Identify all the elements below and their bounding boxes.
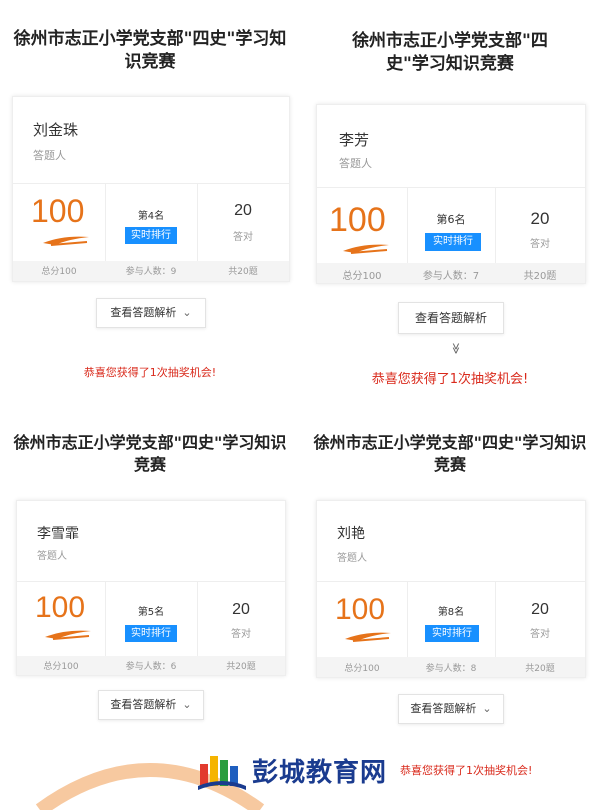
participants: 参与人数：6 [125, 662, 177, 672]
correct-label: 答对 [233, 232, 253, 243]
divider [13, 183, 289, 184]
answerer-name: 刘金珠 [33, 121, 79, 139]
correct-label: 答对 [231, 629, 251, 640]
chevron-down-icon: ⌄ [482, 702, 492, 715]
result-panel-3: 徐州市志正小学党支部"四史"学习知识 竞赛 李雪霏 答题人 100 第5名 实时… [0, 400, 300, 810]
congrats-message: 恭喜您获得了1次抽奖机会! [83, 366, 217, 379]
answerer-label: 答题人 [337, 553, 367, 564]
congrats-message: 恭喜您获得了1次抽奖机会! [371, 372, 529, 387]
result-card: 刘艳 答题人 100 第8名 实时排行 20 答对 总分100 参与人数：8 共… [316, 500, 586, 678]
correct-count: 20 [530, 209, 550, 228]
total-score: 总分100 [41, 267, 77, 277]
answerer-name: 李芳 [339, 131, 370, 149]
realtime-rank-button[interactable]: 实时排行 [425, 625, 479, 642]
answerer-name: 李雪霏 [37, 526, 79, 542]
total-score: 总分100 [344, 664, 380, 674]
participants: 参与人数：8 [425, 664, 477, 674]
result-card: 李芳 答题人 100 第6名 实时排行 20 答对 总分100 参与人数：7 共… [316, 104, 586, 284]
quiz-title: 徐州市志正小学党支部"四 史"学习知识竞赛 [352, 31, 548, 74]
result-card: 李雪霏 答题人 100 第5名 实时排行 20 答对 总分100 参与人数：6 … [16, 500, 286, 676]
score-value: 100 [335, 593, 386, 626]
view-analysis-button[interactable]: 查看答题解析 ⌄ [98, 690, 204, 720]
divider [17, 581, 285, 582]
correct-label: 答对 [530, 239, 550, 250]
rank-text: 第5名 [137, 607, 165, 618]
correct-count: 20 [232, 601, 250, 618]
chevron-down-icon: ≫ [449, 342, 463, 355]
quiz-title: 徐州市志正小学党支部"四史"学习知识 竞赛 [313, 433, 587, 474]
view-analysis-button[interactable]: 查看答题解析 [398, 302, 504, 334]
rank-text: 第4名 [137, 211, 165, 222]
answerer-name: 刘艳 [337, 526, 365, 542]
score-swoosh-icon [43, 236, 89, 246]
book-logo-icon [198, 756, 246, 790]
divider [317, 187, 585, 188]
congrats-message: 恭喜您获得了1次抽奖机会! [400, 764, 533, 777]
score-swoosh-icon [45, 630, 91, 640]
realtime-rank-button[interactable]: 实时排行 [425, 233, 481, 251]
realtime-rank-button[interactable]: 实时排行 [125, 625, 177, 642]
total-score: 总分100 [43, 662, 79, 672]
correct-label: 答对 [530, 629, 550, 640]
result-panel-2: 徐州市志正小学党支部"四 史"学习知识竞赛 李芳 答题人 100 第6名 实时排… [300, 0, 600, 400]
result-panel-1: 徐州市志正小学党支部"四史"学习知 识竞赛 刘金珠 答题人 100 第4名 实时… [0, 0, 300, 400]
score-value: 100 [31, 193, 85, 229]
watermark-text: 彭城教育网 [252, 758, 388, 788]
quiz-title: 徐州市志正小学党支部"四史"学习知 识竞赛 [13, 29, 287, 72]
view-analysis-button[interactable]: 查看答题解析 ⌄ [96, 298, 206, 328]
chevron-down-icon: ⌄ [182, 698, 192, 711]
score-swoosh-icon [345, 632, 391, 642]
answerer-label: 答题人 [37, 551, 67, 562]
result-panel-4: 徐州市志正小学党支部"四史"学习知识 竞赛 刘艳 答题人 100 第8名 实时排… [300, 400, 600, 800]
correct-count: 20 [234, 202, 252, 219]
realtime-rank-button[interactable]: 实时排行 [125, 227, 177, 244]
rank-text: 第8名 [437, 607, 465, 618]
score-swoosh-icon [343, 244, 389, 254]
quiz-title: 徐州市志正小学党支部"四史"学习知识 竞赛 [13, 433, 287, 474]
total-questions: 共20题 [525, 664, 555, 674]
total-questions: 共20题 [523, 271, 557, 282]
divider [317, 581, 585, 582]
view-analysis-button[interactable]: 查看答题解析 ⌄ [398, 694, 504, 724]
watermark-logo: 彭城教育网 [196, 744, 396, 794]
participants: 参与人数：9 [125, 267, 177, 277]
total-score: 总分100 [342, 271, 382, 282]
answerer-label: 答题人 [339, 157, 372, 170]
total-questions: 共20题 [226, 662, 256, 672]
participants: 参与人数：7 [422, 271, 480, 282]
result-card: 刘金珠 答题人 100 第4名 实时排行 20 答对 总分100 参与人数：9 … [12, 96, 290, 282]
chevron-down-icon: ⌄ [182, 306, 192, 319]
total-questions: 共20题 [228, 267, 258, 277]
rank-text: 第6名 [436, 213, 466, 226]
score-value: 100 [35, 591, 86, 624]
correct-count: 20 [531, 601, 549, 618]
score-value: 100 [329, 201, 386, 239]
answerer-label: 答题人 [33, 149, 66, 162]
